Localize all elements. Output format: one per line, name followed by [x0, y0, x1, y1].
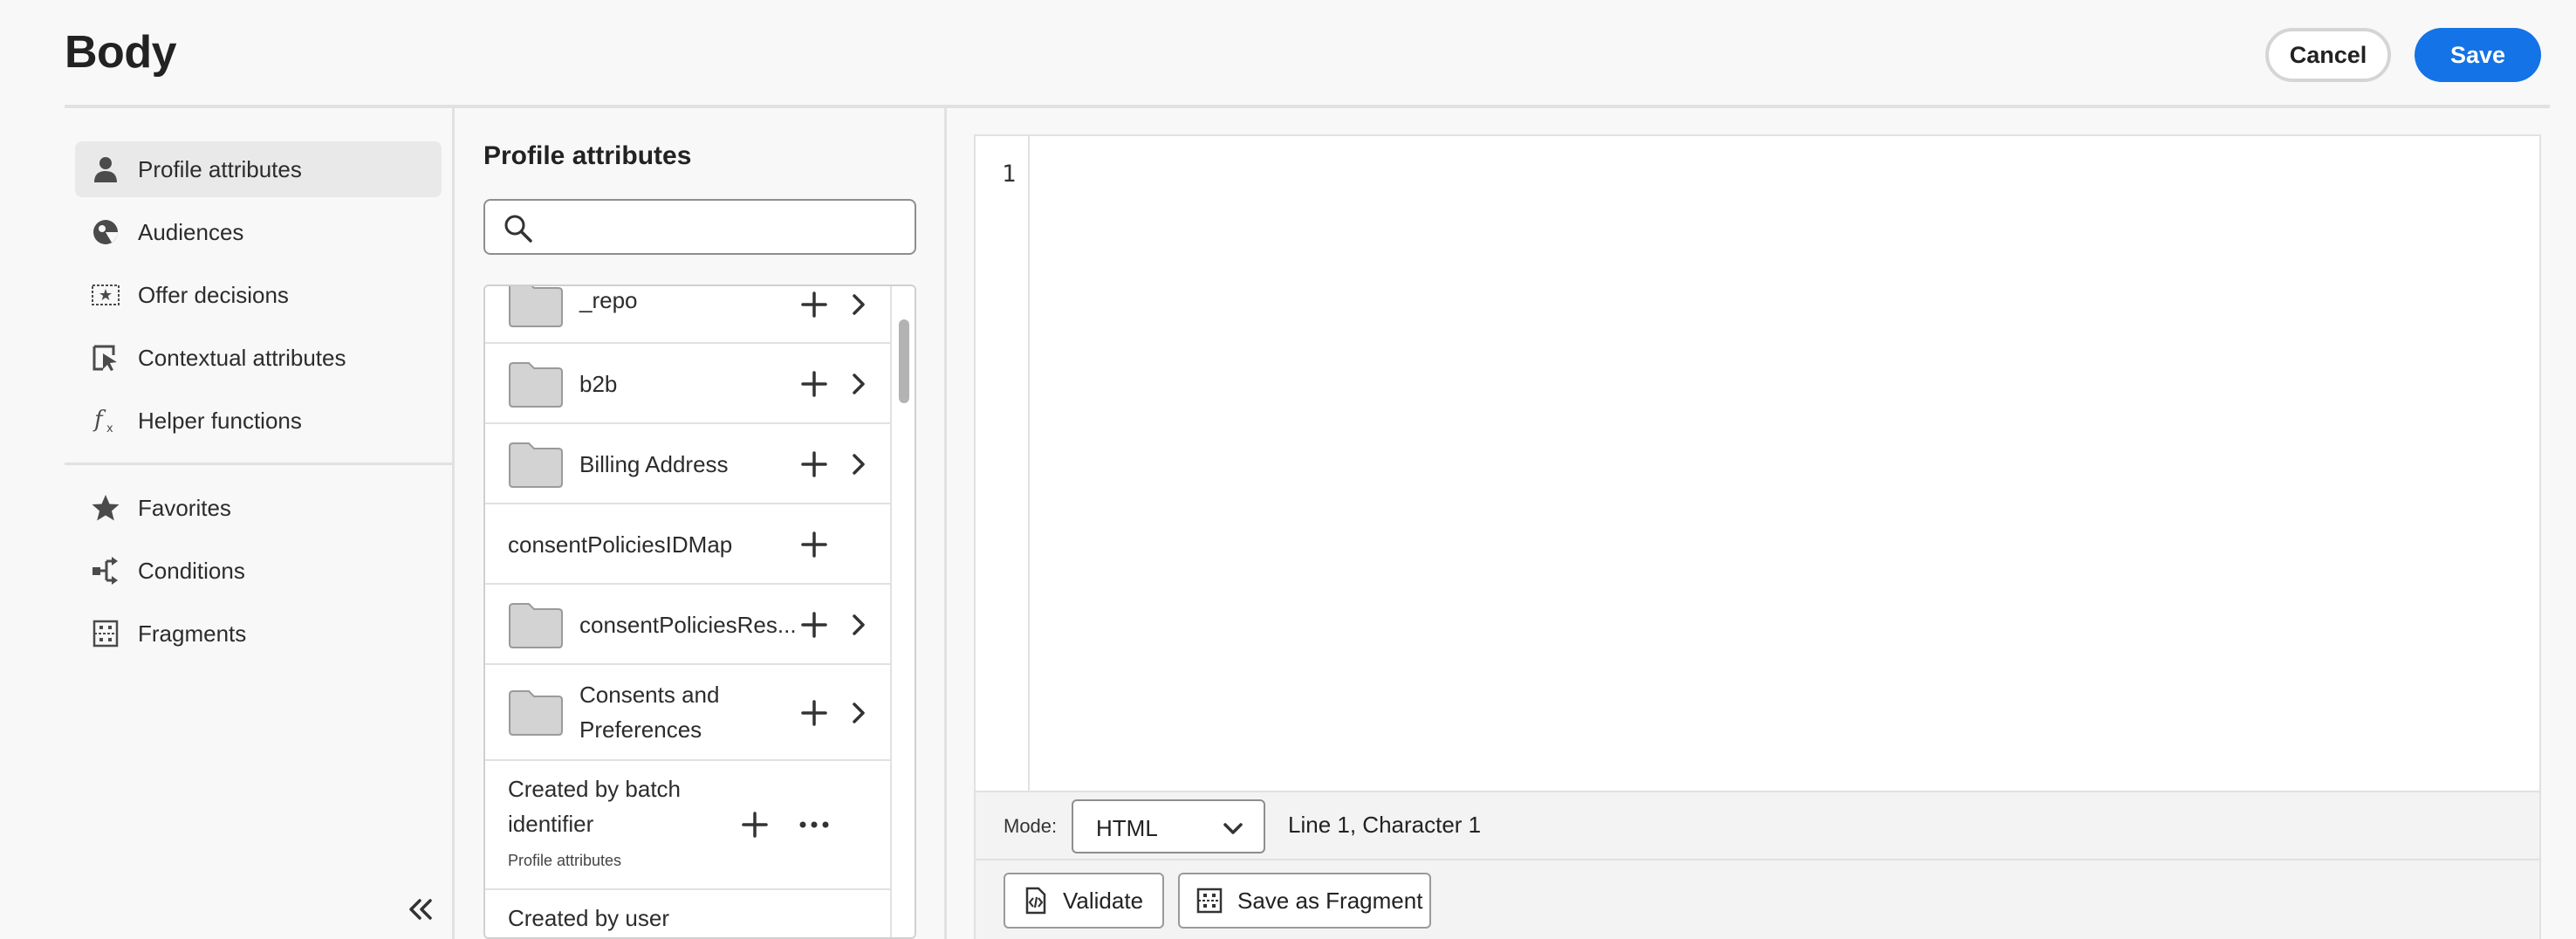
nav-item-favorites[interactable]: Favorites	[75, 480, 442, 536]
contextual-icon	[91, 343, 120, 373]
chevron-right-icon[interactable]	[846, 452, 871, 476]
nav-item-profile-attributes[interactable]: Profile attributes	[75, 141, 442, 197]
list-item-label-line1: Created by batch	[508, 776, 682, 802]
list-item-label: b2b	[579, 371, 618, 397]
list-item-label: consentPoliciesRes...	[579, 612, 797, 638]
nav-item-conditions[interactable]: Conditions	[75, 543, 442, 599]
list-item-repo[interactable]: _repo	[485, 286, 890, 344]
nav-label: Audiences	[138, 218, 244, 245]
attribute-panel-title: Profile attributes	[483, 141, 692, 170]
nav-item-audiences[interactable]: Audiences	[75, 204, 442, 260]
list-item-created-by-batch-identifier[interactable]: Created by batch identifier Profile attr…	[485, 761, 890, 890]
add-icon[interactable]	[799, 610, 829, 640]
mode-label: Mode:	[1004, 815, 1058, 837]
list-item-label: consentPoliciesIDMap	[508, 531, 733, 558]
panel-divider	[452, 108, 455, 939]
folder-icon	[509, 286, 563, 327]
save-button[interactable]: Save	[2415, 28, 2541, 82]
add-icon[interactable]	[799, 698, 829, 728]
validate-label: Validate	[1063, 887, 1144, 914]
list-item-label: Billing Address	[579, 451, 729, 477]
folder-icon	[509, 442, 563, 488]
nav-label: Favorites	[138, 494, 231, 521]
function-icon: fx	[91, 406, 120, 435]
fragment-icon	[1196, 888, 1223, 914]
nav-label: Conditions	[138, 557, 245, 584]
folder-icon	[509, 603, 563, 648]
list-item-sublabel: Profile attributes	[508, 852, 622, 869]
list-item-consentpoliciesres[interactable]: consentPoliciesRes...	[485, 585, 890, 665]
user-icon	[91, 154, 120, 184]
collapse-panel-icon[interactable]	[403, 892, 438, 927]
add-icon[interactable]	[740, 810, 770, 840]
conditions-icon	[91, 556, 120, 586]
code-input-area[interactable]	[1031, 136, 2539, 791]
add-icon[interactable]	[799, 449, 829, 479]
nav-label: Offer decisions	[138, 281, 289, 308]
audience-icon	[91, 217, 120, 247]
nav-item-fragments[interactable]: Fragments	[75, 606, 442, 661]
list-item-consents-and-preferences[interactable]: Consents and Preferences	[485, 665, 890, 761]
svg-text:x: x	[106, 422, 113, 435]
add-icon[interactable]	[799, 530, 829, 559]
nav-item-helper-functions[interactable]: fx Helper functions	[75, 393, 442, 449]
more-icon[interactable]	[798, 810, 831, 840]
left-navigation: Profile attributes Audiences Offer decis…	[65, 108, 454, 939]
list-scrollbar[interactable]	[890, 286, 915, 937]
validate-button[interactable]: Validate	[1004, 873, 1164, 929]
star-icon	[91, 493, 120, 523]
validate-icon	[1025, 887, 1046, 915]
editor-action-bar: Validate Save as Fragment	[976, 860, 2539, 939]
nav-label: Helper functions	[138, 407, 302, 434]
line-number: 1	[1002, 161, 1017, 188]
list-item-label-line2: identifier	[508, 811, 594, 837]
search-icon	[504, 215, 532, 243]
attribute-list-viewport: _repo b2b Billing Address consentPolicie…	[485, 286, 890, 937]
line-number-gutter: 1	[976, 136, 1030, 791]
nav-item-offer-decisions[interactable]: Offer decisions	[75, 267, 442, 323]
chevron-right-icon[interactable]	[846, 292, 871, 317]
attribute-list: _repo b2b Billing Address consentPolicie…	[483, 284, 916, 939]
chevron-right-icon[interactable]	[846, 372, 871, 396]
mode-value: HTML	[1096, 815, 1158, 841]
cursor-position-status: Line 1, Character 1	[1288, 812, 1482, 838]
add-icon[interactable]	[799, 369, 829, 399]
nav-label: Fragments	[138, 620, 247, 647]
nav-item-contextual-attributes[interactable]: Contextual attributes	[75, 330, 442, 386]
list-item-consentpoliciesidmap[interactable]: consentPoliciesIDMap	[485, 504, 890, 585]
nav-label: Profile attributes	[138, 155, 302, 182]
chevron-down-icon	[1223, 823, 1243, 834]
list-item-b2b[interactable]: b2b	[485, 344, 890, 424]
offer-decision-icon	[91, 280, 120, 310]
list-item-label: _repo	[579, 287, 638, 313]
mode-dropdown[interactable]: HTML	[1072, 799, 1265, 853]
scrollbar-thumb[interactable]	[899, 319, 909, 403]
nav-label: Contextual attributes	[138, 344, 346, 371]
add-icon[interactable]	[799, 290, 829, 319]
folder-icon	[509, 362, 563, 408]
list-item-label: Created by user	[508, 905, 669, 931]
panel-divider	[944, 108, 947, 939]
fragment-icon	[91, 619, 120, 648]
list-item-label-line2: Preferences	[579, 716, 702, 743]
svg-text:f: f	[92, 407, 106, 433]
cancel-button[interactable]: Cancel	[2265, 28, 2391, 82]
page-title: Body	[65, 27, 177, 78]
search-input[interactable]	[545, 208, 902, 248]
list-item-created-by-user[interactable]: Created by user	[485, 890, 890, 937]
chevron-right-icon[interactable]	[846, 701, 871, 725]
code-editor: 1 Mode: HTML Line 1, Character 1 Validat…	[974, 134, 2541, 939]
mode-bar: Mode: HTML Line 1, Character 1	[976, 791, 2539, 860]
attribute-search[interactable]	[483, 199, 916, 255]
list-item-label-line1: Consents and	[579, 682, 720, 708]
save-as-fragment-button[interactable]: Save as Fragment	[1178, 873, 1431, 929]
expression-editor: Body Cancel Save Profile attributes Audi…	[0, 0, 2576, 939]
chevron-right-icon[interactable]	[846, 613, 871, 637]
folder-icon	[509, 690, 563, 736]
save-as-fragment-label: Save as Fragment	[1237, 887, 1423, 914]
list-item-billing-address[interactable]: Billing Address	[485, 424, 890, 504]
nav-divider	[65, 463, 454, 465]
